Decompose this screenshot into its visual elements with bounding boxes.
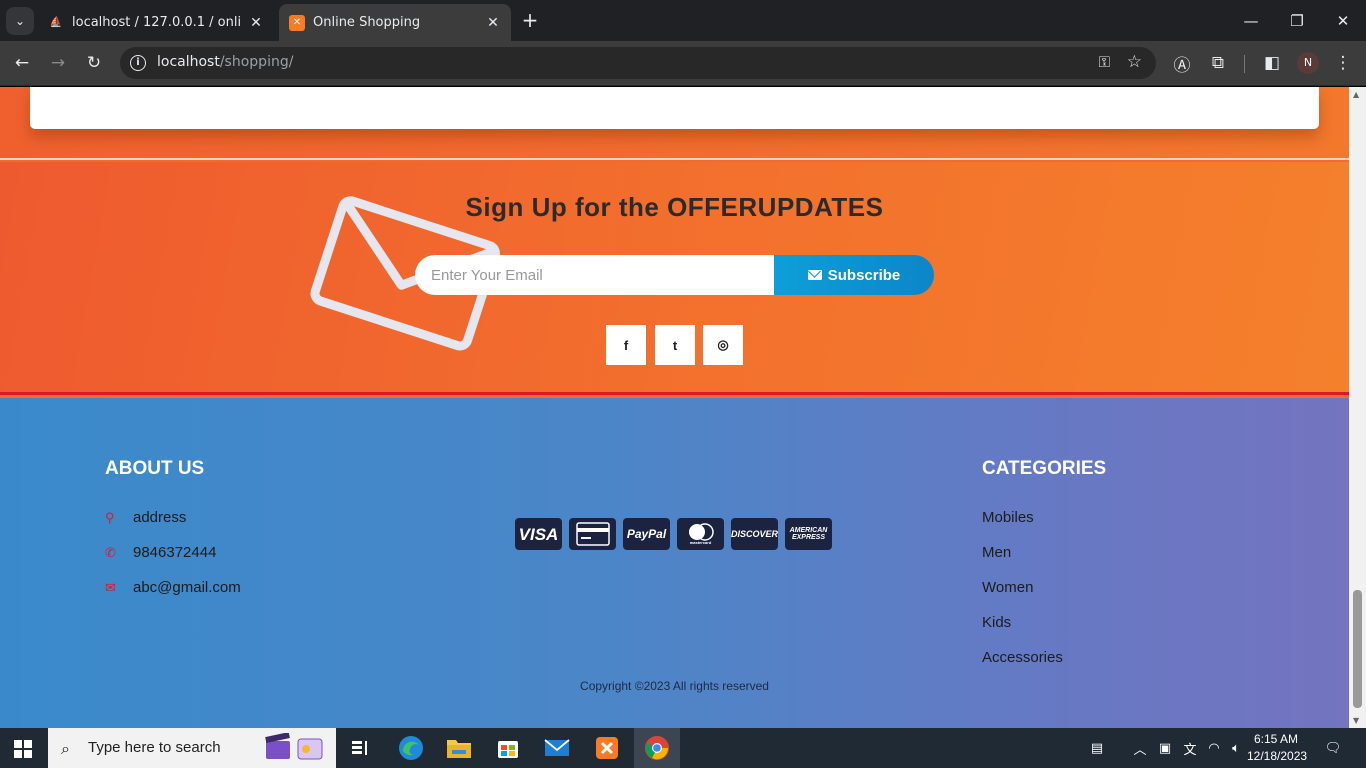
discover-card-icon: DISCOVER [731,518,778,550]
instagram-icon[interactable]: ◎ [703,325,743,365]
site-footer: ABOUT US ⚲ address ✆ 9846372444 ✉ abc@gm… [0,398,1349,728]
search-icon: ⌕ [61,739,70,758]
contact-address-text: address [133,509,187,526]
close-window-button[interactable]: ✕ [1320,0,1366,41]
category-link-men[interactable]: Men [982,544,1011,561]
taskbar-search-box[interactable]: ⌕ Type here to search [48,728,336,768]
newsletter-title-bold: OFFERUPDATES [667,192,884,222]
contact-email-text: abc@gmail.com [133,579,241,596]
category-link-women[interactable]: Women [982,579,1033,596]
tab-phpmyadmin[interactable]: ⛵ localhost / 127.0.0.1 / onlineshopping… [38,4,274,41]
previous-section [0,87,1349,160]
profile-avatar[interactable]: N [1297,52,1319,74]
mail-icon[interactable] [541,732,573,764]
mastercard-card-icon: mastercard [677,518,724,550]
page-viewport: Sign Up for the OFFERUPDATES Subscribe f… [0,87,1349,728]
scroll-up-arrow-icon[interactable]: ▲ [1353,90,1359,99]
news-widget-icon[interactable]: ▤ [1082,728,1112,768]
browser-toolbar: ← → ↻ i localhost/shopping/ ⚿ ☆ Ⓐ ⧉ ◧ N … [0,41,1366,86]
url-host: localhost [157,54,220,70]
content-card-bottom [30,87,1319,129]
windows-start-button[interactable] [14,740,32,758]
newsletter-title-prefix: Sign Up for the [465,192,668,222]
minimize-button[interactable]: — [1228,0,1274,41]
scrollbar-thumb[interactable] [1353,590,1362,708]
taskbar-search-placeholder: Type here to search [88,739,221,756]
page-scrollbar[interactable]: ▲ ▼ [1349,87,1366,728]
xampp-control-icon[interactable] [591,732,623,764]
new-tab-button[interactable]: + [519,9,541,31]
xampp-icon: ✕ [289,14,305,31]
phone-icon: ✆ [105,544,116,560]
contact-phone-text: 9846372444 [133,544,217,561]
amex-card-icon: AMERICAN EXPRESS [785,518,832,550]
restore-button[interactable]: ❐ [1274,0,1320,41]
visa-card-icon: VISA [515,518,562,550]
twitter-icon[interactable]: t [655,325,695,365]
show-hidden-icons-chevron-icon[interactable]: ︿ [1130,728,1150,768]
envelope-icon [807,270,822,280]
about-us-heading: ABOUT US [105,458,205,479]
tab-online-shopping[interactable]: ✕ Online Shopping ✕ [279,4,511,41]
category-link-accessories[interactable]: Accessories [982,649,1063,666]
bookmark-star-icon[interactable]: ☆ [1127,52,1142,72]
meet-camera-icon[interactable]: ▣ [1155,728,1175,768]
categories-heading: CATEGORIES [982,458,1107,479]
subscribe-label: Subscribe [827,266,901,284]
url-path: /shopping/ [219,54,294,70]
tab-search-button[interactable]: ⌄ [6,7,34,35]
close-icon[interactable]: ✕ [485,15,501,31]
newsletter-title: Sign Up for the OFFERUPDATES [0,192,1349,223]
phpmyadmin-icon: ⛵ [49,17,63,28]
clock-time: 6:15 AM [1253,732,1299,746]
paypal-card-icon: PayPal [623,518,670,550]
facebook-icon[interactable]: f [606,325,646,365]
input-language-icon[interactable]: 文 [1180,728,1200,768]
browser-titlebar: ⌄ ⛵ localhost / 127.0.0.1 / onlineshoppi… [0,0,1366,41]
email-input[interactable] [415,255,777,295]
site-info-icon[interactable]: i [130,55,146,71]
file-explorer-icon[interactable] [443,732,475,764]
clock-date: 12/18/2023 [1247,749,1308,763]
credit-card-icon [569,518,616,550]
password-key-icon[interactable]: ⚿ [1099,53,1110,71]
toolbar-divider [1244,55,1245,73]
envelope-icon: ✉ [105,579,116,595]
address-url[interactable]: localhost/shopping/ [157,54,293,70]
tab-label: localhost / 127.0.0.1 / onlineshopping [72,15,242,30]
menu-kebab-icon[interactable]: ⋮ [1329,49,1357,77]
translate-icon[interactable]: Ⓐ [1168,49,1196,77]
extensions-icon[interactable]: ⧉ [1204,49,1232,77]
address-bar[interactable]: i localhost/shopping/ ⚿ ☆ [120,47,1156,79]
network-wifi-icon[interactable]: ◠ [1204,728,1224,768]
reload-button[interactable]: ↻ [80,49,108,77]
contact-address: ⚲ address [105,509,186,526]
notification-center-icon[interactable]: 🗨︎ [1320,728,1346,768]
close-icon[interactable]: ✕ [248,15,264,31]
side-panel-icon[interactable]: ◧ [1258,49,1286,77]
volume-icon[interactable]: 🔈︎ [1226,728,1246,768]
scroll-down-arrow-icon[interactable]: ▼ [1353,716,1359,725]
taskbar-clock[interactable]: 6:15 AM 12/18/2023 [1247,731,1308,765]
chrome-taskbar-icon[interactable] [634,728,680,768]
newsletter-section: Sign Up for the OFFERUPDATES Subscribe f… [0,162,1349,395]
contact-phone: ✆ 9846372444 [105,544,216,561]
subscribe-button[interactable]: Subscribe [774,255,934,295]
task-view-icon[interactable] [344,732,376,764]
category-link-mobiles[interactable]: Mobiles [982,509,1034,526]
forward-button[interactable]: → [44,49,72,77]
contact-email: ✉ abc@gmail.com [105,579,241,596]
microsoft-store-icon[interactable] [492,732,524,764]
location-pin-icon: ⚲ [105,509,115,525]
search-highlight-illustration-icon [265,733,323,760]
category-link-kids[interactable]: Kids [982,614,1011,631]
edge-browser-icon[interactable] [395,732,427,764]
tab-label: Online Shopping [313,15,421,30]
copyright-text: Copyright ©2023 All rights reserved [580,679,769,693]
back-button[interactable]: ← [8,49,36,77]
mastercard-label: mastercard [689,540,712,545]
windows-taskbar: ⌕ Type here to search ▤ ︿ ▣ 文 ◠ 🔈︎ 6:15 … [0,728,1366,768]
payment-cards: VISA PayPal mastercard DISCOVER AMERICAN… [515,518,832,550]
